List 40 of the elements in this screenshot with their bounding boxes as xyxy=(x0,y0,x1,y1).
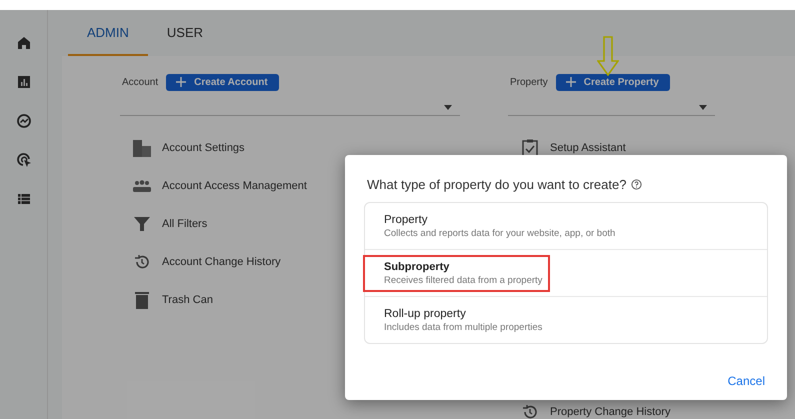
bar-chart-icon[interactable] xyxy=(16,74,32,90)
option-title: Subproperty xyxy=(384,260,450,272)
option-title: Roll-up property xyxy=(384,308,467,320)
menu-item[interactable]: Account Access Management xyxy=(162,180,307,192)
account-label: Account xyxy=(122,76,158,88)
filter-icon xyxy=(134,216,150,232)
home-icon[interactable] xyxy=(16,35,32,51)
menu-item[interactable]: Setup Assistant xyxy=(550,142,626,154)
building-icon xyxy=(133,139,151,157)
option-card[interactable]: Property Collects and reports data for your website, app, or both xyxy=(365,203,767,249)
cursor-target-icon[interactable] xyxy=(16,152,32,168)
option-description: Receives filtered data from a property xyxy=(384,274,542,286)
dialog-title: What type of property do you want to create? xyxy=(367,176,626,192)
create-account-button[interactable]: Create Account xyxy=(166,74,279,90)
history-icon xyxy=(134,254,150,270)
trash-icon xyxy=(135,291,149,309)
property-label: Property xyxy=(510,76,548,88)
help-icon[interactable] xyxy=(631,178,642,190)
option-title: Property xyxy=(384,214,428,226)
trend-circle-icon[interactable] xyxy=(16,113,32,129)
plus-icon xyxy=(566,77,576,87)
arrow-annotation xyxy=(597,36,619,76)
menu-item[interactable]: Trash Can xyxy=(162,294,213,306)
tab[interactable]: USER xyxy=(148,10,222,56)
menu-item[interactable]: Account Settings xyxy=(162,142,245,154)
create-property-button[interactable]: Create Property xyxy=(556,74,670,90)
caret-icon xyxy=(444,105,452,110)
menu-item[interactable]: All Filters xyxy=(162,218,208,230)
history-icon xyxy=(522,404,538,419)
menu-item[interactable]: Account Change History xyxy=(162,256,281,268)
people-icon xyxy=(133,180,151,192)
option-card[interactable]: Roll-up property Includes data from multiple properties xyxy=(365,296,767,343)
menu-item[interactable]: Property Change History xyxy=(550,406,670,418)
plus-icon xyxy=(176,77,186,87)
option-description: Includes data from multiple properties xyxy=(384,322,542,332)
cancel-button[interactable]: Cancel xyxy=(724,372,768,390)
list-icon[interactable] xyxy=(16,191,32,207)
caret-icon xyxy=(699,105,707,110)
option-card[interactable]: Subproperty Receives filtered data from a property xyxy=(365,249,767,296)
option-description: Collects and reports data for your website, app, or both xyxy=(384,228,616,238)
